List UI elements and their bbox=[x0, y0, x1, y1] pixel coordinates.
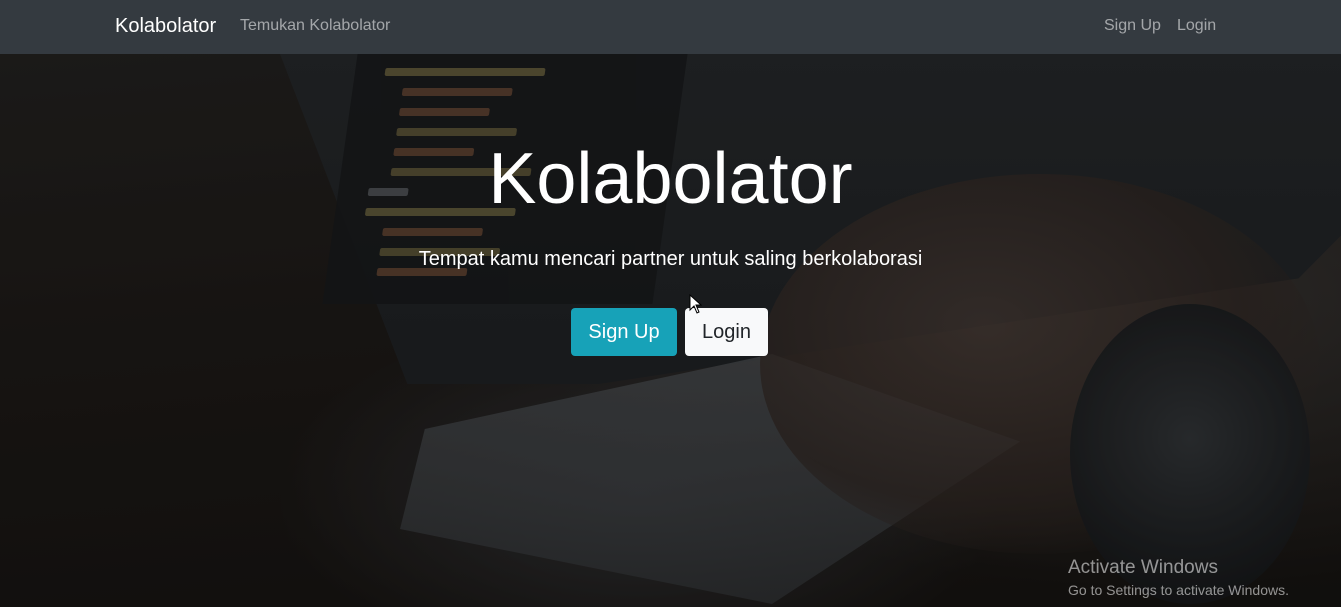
activate-windows-watermark: Activate Windows Go to Settings to activ… bbox=[1068, 557, 1289, 598]
brand-link[interactable]: Kolabolator bbox=[115, 15, 216, 38]
hero-content: Kolabolator Tempat kamu mencari partner … bbox=[0, 54, 1341, 607]
hero-title: Kolabolator bbox=[488, 139, 853, 219]
signup-button[interactable]: Sign Up bbox=[571, 308, 677, 356]
page: Kolabolator Temukan Kolabolator Sign Up … bbox=[0, 0, 1341, 607]
hero-section: Kolabolator Tempat kamu mencari partner … bbox=[0, 54, 1341, 607]
nav-link-signup[interactable]: Sign Up bbox=[1104, 17, 1161, 35]
navbar: Kolabolator Temukan Kolabolator Sign Up … bbox=[0, 0, 1341, 54]
nav-link-login[interactable]: Login bbox=[1177, 17, 1216, 35]
hero-subtitle: Tempat kamu mencari partner untuk saling… bbox=[418, 248, 923, 270]
nav-link-find-collaborator[interactable]: Temukan Kolabolator bbox=[240, 17, 390, 35]
activate-windows-subtitle: Go to Settings to activate Windows. bbox=[1068, 582, 1289, 598]
login-button[interactable]: Login bbox=[685, 308, 768, 356]
activate-windows-title: Activate Windows bbox=[1068, 557, 1218, 578]
